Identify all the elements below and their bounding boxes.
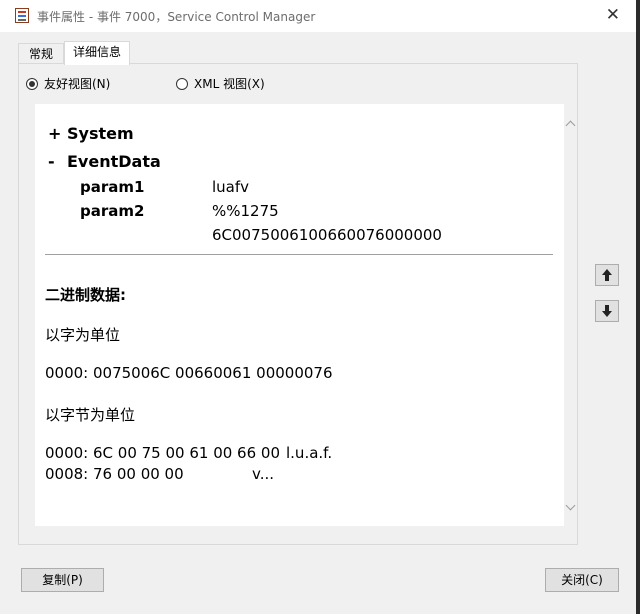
bytes-ascii-1: v... (252, 465, 275, 483)
close-icon[interactable]: ✕ (606, 5, 620, 25)
previous-event-button[interactable] (595, 264, 619, 286)
window-title: 事件属性 - 事件 7000，Service Control Manager (37, 10, 316, 24)
words-header: 以字为单位 (45, 326, 121, 344)
bytes-line-0: 0000: 6C 00 75 00 61 00 66 00 (45, 444, 280, 462)
bytes-header: 以字节为单位 (45, 406, 136, 424)
xml-view-label: XML 视图(X) (194, 77, 265, 91)
background-edge (636, 0, 640, 614)
param2-value: %%1275 (212, 202, 279, 220)
eventdata-extra-value: 6C0075006100660076000000 (212, 226, 442, 244)
arrow-down-icon (602, 305, 612, 317)
event-viewer-icon (15, 8, 29, 23)
bytes-ascii-0: l.u.a.f. (286, 444, 333, 462)
friendly-view-label: 友好视图(N) (44, 77, 111, 91)
binary-data-title: 二进制数据: (45, 286, 126, 304)
words-line: 0000: 0075006C 00660061 00000076 (45, 364, 333, 382)
tab-details[interactable]: 详细信息 (64, 41, 130, 65)
close-button[interactable]: 关闭(C) (545, 568, 619, 592)
param1-value: luafv (212, 178, 250, 196)
scroll-up-icon[interactable] (565, 120, 576, 131)
vertical-scrollbar[interactable] (564, 104, 576, 526)
system-expand-toggle[interactable]: + (48, 124, 61, 143)
event-properties-window: 事件属性 - 事件 7000，Service Control Manager ✕… (0, 0, 640, 614)
system-node-label: System (67, 124, 134, 143)
section-divider (45, 254, 553, 255)
param2-name: param2 (80, 202, 145, 220)
param1-name: param1 (80, 178, 145, 196)
title-bar[interactable]: 事件属性 - 事件 7000，Service Control Manager ✕ (0, 0, 636, 32)
xml-view-option[interactable]: XML 视图(X) (176, 75, 265, 92)
xml-view-radio[interactable] (176, 78, 188, 90)
eventdata-node-label: EventData (67, 152, 161, 171)
friendly-view-radio[interactable] (26, 78, 38, 90)
tab-general[interactable]: 常规 (18, 43, 64, 63)
scroll-down-icon[interactable] (565, 500, 576, 511)
friendly-view-option[interactable]: 友好视图(N) (26, 75, 110, 92)
next-event-button[interactable] (595, 300, 619, 322)
bytes-line-1: 0008: 76 00 00 00 (45, 465, 184, 483)
arrow-up-icon (602, 269, 612, 281)
eventdata-collapse-toggle[interactable]: - (48, 152, 55, 171)
copy-button[interactable]: 复制(P) (21, 568, 104, 592)
